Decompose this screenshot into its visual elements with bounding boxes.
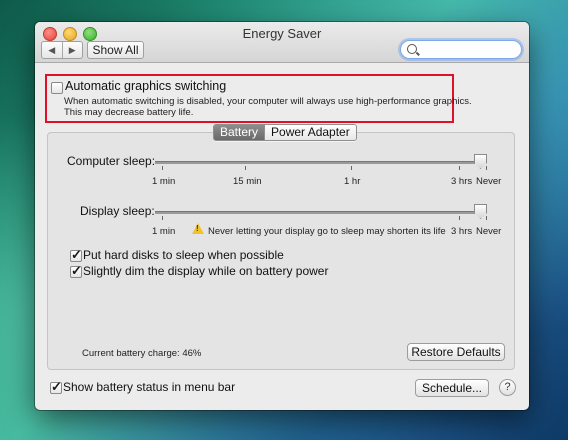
back-forward-control: ◀ ▶ [41,41,83,59]
display-sleep-tick [486,216,487,220]
computer-sleep-tick [459,166,460,170]
computer-sleep-tick [162,166,163,170]
title-bar: Energy Saver ◀ ▶ Show All [35,22,529,63]
hard-disk-sleep-label: Put hard disks to sleep when possible [83,248,284,262]
computer-sleep-tick [351,166,352,170]
display-sleep-tick-label: 1 min [152,226,176,237]
tab-power-adapter[interactable]: Power Adapter [265,125,356,140]
battery-charge-status: Current battery charge: 46% [82,348,202,359]
computer-sleep-label: Computer sleep: [67,154,156,168]
auto-graphics-description-2: This may decrease battery life. [64,107,194,118]
tab-bar: Battery Power Adapter [213,124,357,141]
warning-icon [192,223,204,234]
auto-graphics-description: When automatic switching is disabled, yo… [64,96,472,107]
search-icon [407,44,417,54]
auto-graphics-checkbox[interactable] [51,82,63,94]
display-sleep-tick [459,216,460,220]
search-field[interactable] [400,40,522,59]
display-sleep-slider-track[interactable] [155,211,482,214]
display-sleep-tick [162,216,163,220]
restore-defaults-button[interactable]: Restore Defaults [407,343,505,361]
back-icon[interactable]: ◀ [42,42,63,58]
computer-sleep-tick-label: Never [476,176,502,187]
hard-disk-sleep-checkbox[interactable] [70,247,82,263]
show-battery-status-label: Show battery status in menu bar [63,380,236,394]
display-sleep-tick-label: Never [476,226,502,237]
display-sleep-label: Display sleep: [80,204,155,218]
display-sleep-warning: Never letting your display go to sleep m… [208,226,446,237]
energy-saver-window: Energy Saver ◀ ▶ Show All Automatic grap… [35,22,529,410]
tab-battery[interactable]: Battery [214,125,266,140]
computer-sleep-tick-label: 15 min [233,176,262,187]
computer-sleep-tick-label: 1 hr [344,176,361,187]
show-battery-status-checkbox[interactable] [50,379,62,395]
show-all-button[interactable]: Show All [87,41,144,59]
computer-sleep-slider-track[interactable] [155,161,482,164]
computer-sleep-tick-label: 1 min [152,176,176,187]
schedule-button[interactable]: Schedule... [415,379,489,397]
window-title: Energy Saver [242,26,322,41]
dim-display-checkbox[interactable] [70,263,82,279]
display-sleep-tick-label: 3 hrs [451,226,473,237]
dim-display-label: Slightly dim the display while on batter… [83,264,329,278]
help-button[interactable]: ? [499,379,516,396]
forward-icon[interactable]: ▶ [63,42,83,58]
computer-sleep-tick-label: 3 hrs [451,176,473,187]
computer-sleep-tick [486,166,487,170]
computer-sleep-tick [245,166,246,170]
auto-graphics-label: Automatic graphics switching [65,79,227,93]
